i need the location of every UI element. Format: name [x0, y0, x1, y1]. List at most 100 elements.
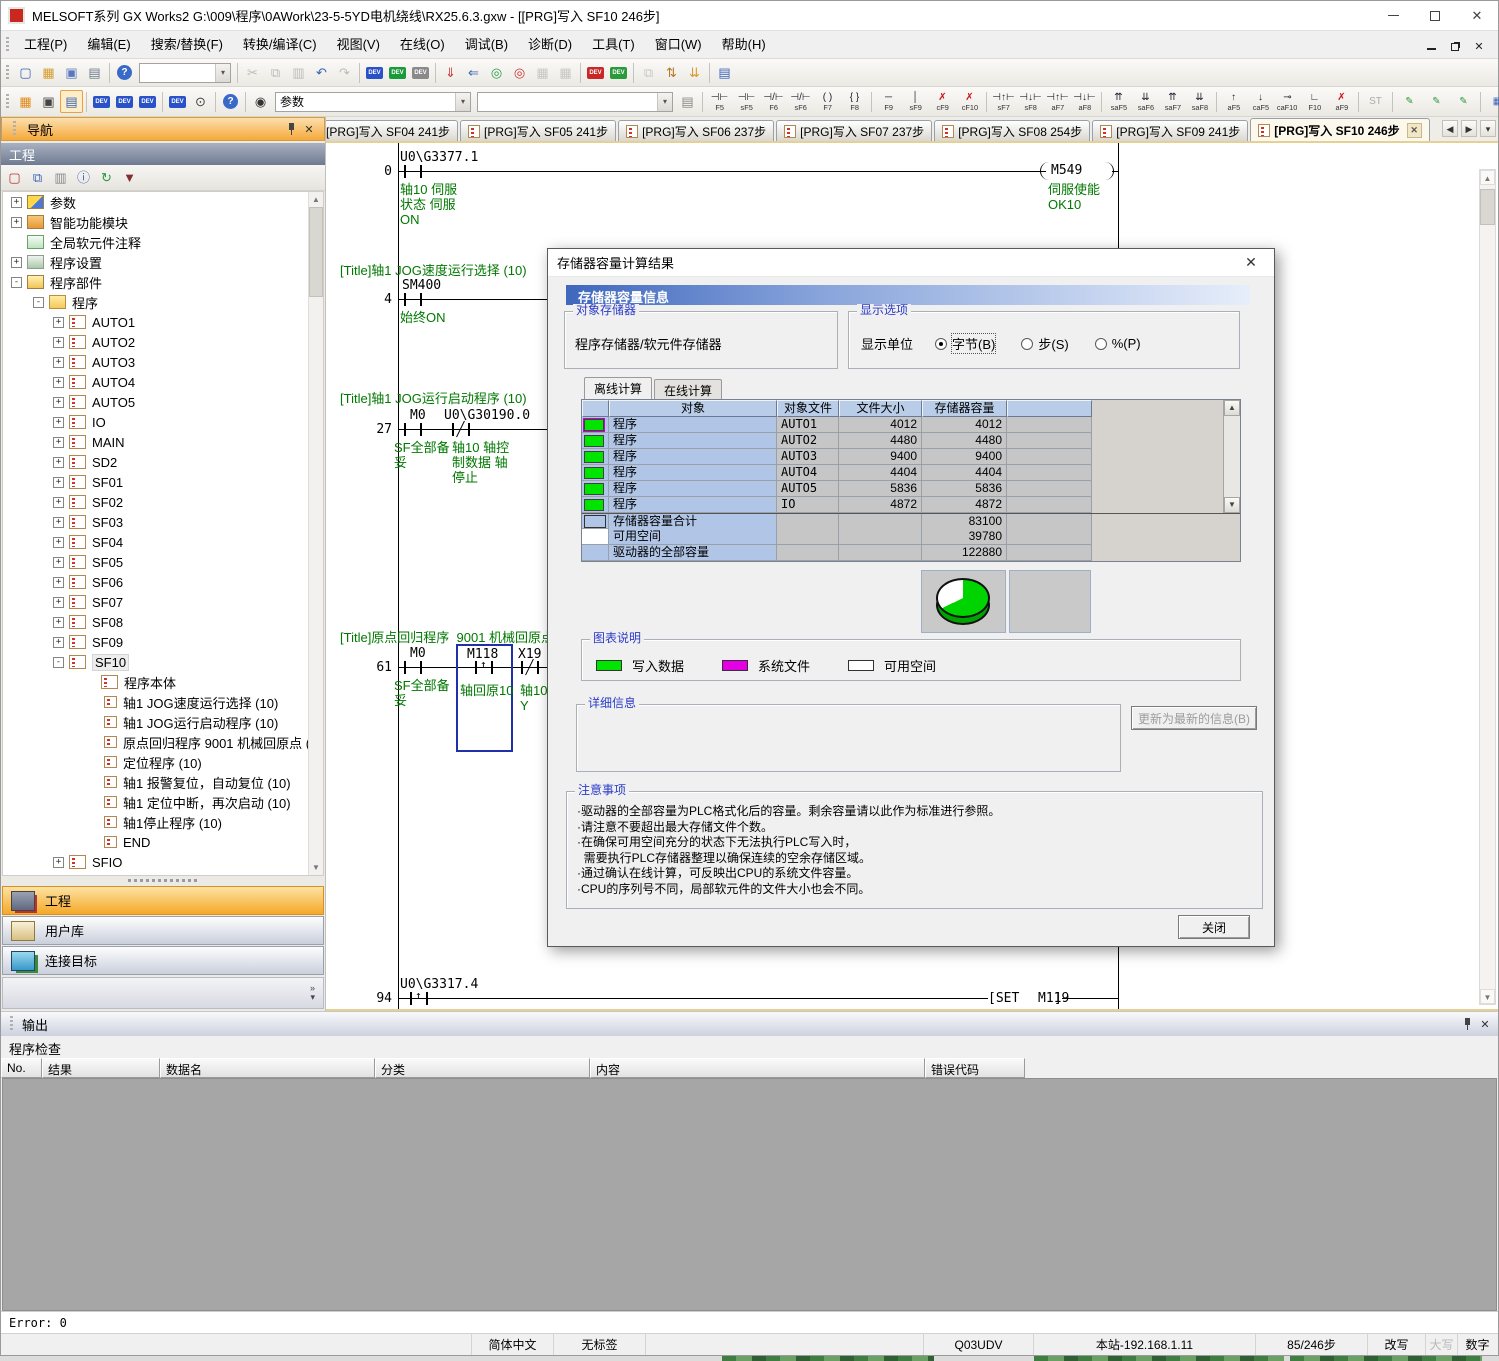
tree-expander-icon[interactable]: +	[53, 477, 64, 488]
tree-expander-icon[interactable]: +	[53, 557, 64, 568]
tree-item-AUTO5[interactable]: +AUTO5	[3, 392, 323, 412]
mdi-minimize-button[interactable]	[1422, 37, 1440, 53]
device-note-icon[interactable]: DEV	[136, 90, 159, 113]
ladder-symbol-F10-button[interactable]: ∟F10	[1301, 89, 1328, 115]
tree-item-SD2[interactable]: +SD2	[3, 452, 323, 472]
calc-tab-在线计算[interactable]: 在线计算	[654, 379, 722, 399]
tree-item-IO[interactable]: +IO	[3, 412, 323, 432]
open-project-icon[interactable]: ▦	[37, 61, 60, 84]
mdi-close-button[interactable]: ✕	[1470, 37, 1488, 53]
cut-icon[interactable]: ✂	[241, 61, 264, 84]
tree-expander-icon[interactable]: +	[53, 537, 64, 548]
ladder-contact[interactable]	[404, 667, 422, 668]
ladder-coil[interactable]: M549	[1040, 171, 1114, 172]
scroll-down-icon[interactable]: ▼	[1480, 989, 1495, 1004]
refresh-icon[interactable]: ↻	[95, 166, 118, 189]
redo-icon[interactable]: ↷	[333, 61, 356, 84]
tree-item-轴1停止程序 (10)[interactable]: 轴1停止程序 (10)	[3, 812, 323, 832]
device-comment-icon[interactable]: DEV	[90, 90, 113, 113]
dialog-titlebar[interactable]: 存储器容量计算结果 ✕	[548, 249, 1274, 277]
close-panel-icon[interactable]: ✕	[300, 120, 318, 138]
ladder-contact-nc[interactable]	[521, 667, 539, 668]
data-info-icon[interactable]: ⓘ	[72, 166, 95, 189]
help-icon[interactable]: ?	[113, 61, 136, 84]
ladder-symbol-31-button[interactable]: ✎	[1423, 89, 1450, 115]
ladder-symbol-F9-button[interactable]: ─F9	[875, 89, 902, 115]
radio-字节(B)[interactable]: 字节(B)	[935, 334, 995, 353]
tree-expander-icon[interactable]: +	[53, 417, 64, 428]
undo-icon[interactable]: ↶	[310, 61, 333, 84]
ladder-contact-rising[interactable]	[475, 667, 493, 668]
tree-expander-icon[interactable]: -	[11, 277, 22, 288]
tree-item-SF03[interactable]: +SF03	[3, 512, 323, 532]
tree-expander-icon[interactable]: -	[33, 297, 44, 308]
table-row[interactable]: 程序AUTO244804480	[582, 433, 1240, 449]
tree-item-END[interactable]: END	[3, 832, 323, 852]
ladder-symbol-F5-button[interactable]: ⊣⊢F5	[706, 89, 733, 115]
tree-item-原点回归程序 9001 机械回原点 (10)[interactable]: 原点回归程序 9001 机械回原点 (10)	[3, 732, 323, 752]
ladder-symbol-F8-button[interactable]: { }F8	[841, 89, 868, 115]
device-eye-icon[interactable]: DEV	[166, 90, 189, 113]
radio-%(P)[interactable]: %(P)	[1095, 336, 1141, 351]
tree-item-SF06[interactable]: +SF06	[3, 572, 323, 592]
device-statement-icon[interactable]: DEV	[113, 90, 136, 113]
device-display-icon[interactable]: DEV	[363, 61, 386, 84]
pin-icon[interactable]	[1458, 1015, 1476, 1033]
tree-expander-icon[interactable]: +	[53, 457, 64, 468]
ladder-symbol-aF9-button[interactable]: ✗aF9	[1328, 89, 1355, 115]
tree-expander-icon[interactable]: +	[53, 317, 64, 328]
ladder-symbol-cF9-button[interactable]: ✗cF9	[929, 89, 956, 115]
tab-scroll-left-icon[interactable]: ◀	[1442, 120, 1458, 137]
tree-item-定位程序 (10)[interactable]: 定位程序 (10)	[3, 752, 323, 772]
tree-item-SF09[interactable]: +SF09	[3, 632, 323, 652]
calc-tab-离线计算[interactable]: 离线计算	[584, 377, 652, 399]
print-icon[interactable]: ▤	[83, 61, 106, 84]
doc-template-icon[interactable]: ▤	[676, 90, 699, 113]
window-cascade-icon[interactable]: ⧉	[637, 61, 660, 84]
panel-overflow[interactable]: »▾	[2, 977, 324, 1009]
ladder-symbol-sF5-button[interactable]: ⊣⊢sF5	[733, 89, 760, 115]
editor-scrollbar[interactable]: ▲ ▼	[1479, 169, 1496, 1005]
quick-access-combo[interactable]: ▾	[139, 63, 231, 83]
tree-expander-icon[interactable]: +	[53, 337, 64, 348]
ladder-symbol-caF10-button[interactable]: ⊸caF10	[1274, 89, 1301, 115]
document-tab-7[interactable]: [PRG]写入 SF10 246步✕	[1250, 118, 1429, 141]
ladder-symbol-aF5-button[interactable]: ↑aF5	[1220, 89, 1247, 115]
save-project-icon[interactable]: ▣	[60, 61, 83, 84]
ladder-contact-rising[interactable]	[410, 998, 428, 999]
panel-splitter[interactable]	[1, 876, 325, 885]
tab-close-icon[interactable]: ✕	[1407, 123, 1422, 138]
read-from-plc-icon[interactable]: ⇐	[462, 61, 485, 84]
tree-item-轴1 定位中断，再次启动 (10)[interactable]: 轴1 定位中断，再次启动 (10)	[3, 792, 323, 812]
write-to-plc-icon[interactable]: ⇓	[439, 61, 462, 84]
ladder-symbol-sF8-button[interactable]: ⊣↓⊢sF8	[1017, 89, 1044, 115]
close-button[interactable]: ✕	[1456, 1, 1498, 30]
tree-item-程序[interactable]: -程序	[3, 292, 323, 312]
find-device-icon[interactable]: ⊙	[189, 90, 212, 113]
scroll-down-icon[interactable]: ▼	[309, 860, 323, 875]
table-row[interactable]: 程序AUTO558365836	[582, 481, 1240, 497]
ladder-symbol-sF9-button[interactable]: │sF9	[902, 89, 929, 115]
tree-expander-icon[interactable]: +	[53, 357, 64, 368]
document-tab-2[interactable]: [PRG]写入 SF05 241步	[460, 120, 616, 141]
copy-data-icon[interactable]: ⧉	[26, 166, 49, 189]
tree-expander-icon[interactable]: +	[53, 437, 64, 448]
tree-item-轴1 JOG速度运行选择 (10)[interactable]: 轴1 JOG速度运行选择 (10)	[3, 692, 323, 712]
project-tree-icon[interactable]: ▦	[14, 90, 37, 113]
menu-item-4[interactable]: 视图(V)	[327, 34, 390, 56]
document-tab-3[interactable]: [PRG]写入 SF06 237步	[618, 120, 774, 141]
ladder-list-icon[interactable]: ▤	[60, 90, 83, 113]
pc-monitor-icon[interactable]: ▤	[713, 61, 736, 84]
ladder-symbol-32-button[interactable]: ✎	[1450, 89, 1477, 115]
tree-expander-icon[interactable]: +	[53, 497, 64, 508]
ladder-symbol-saF7-button[interactable]: ⇈saF7	[1159, 89, 1186, 115]
sort-filter-icon[interactable]: ▼	[118, 166, 141, 189]
tree-item-SF01[interactable]: +SF01	[3, 472, 323, 492]
target-combo[interactable]: 参数▾	[275, 92, 471, 112]
tree-item-AUTO1[interactable]: +AUTO1	[3, 312, 323, 332]
tree-expander-icon[interactable]: -	[53, 657, 64, 668]
tree-item-SFIO[interactable]: +SFIO	[3, 852, 323, 872]
document-tab-5[interactable]: [PRG]写入 SF08 254步	[934, 120, 1090, 141]
ladder-symbol-saF6-button[interactable]: ⇊saF6	[1132, 89, 1159, 115]
scroll-down-icon[interactable]: ▼	[1224, 497, 1240, 513]
